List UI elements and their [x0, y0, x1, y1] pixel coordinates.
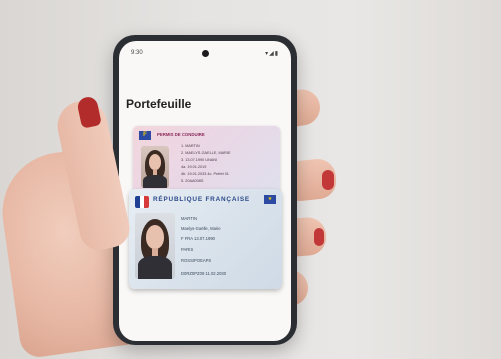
license-field: 1. MARTIN [181, 144, 200, 148]
license-field: 2. MAELYS-GAELLE, MARIE [181, 151, 231, 155]
license-portrait [141, 146, 169, 188]
fingernail [322, 170, 334, 190]
id-portrait [135, 213, 175, 279]
id-field: F FRA 13.07.1990 [181, 236, 215, 241]
license-field: 4a. 19.01.2019 [181, 165, 207, 169]
license-field: 3. 13.07.1990 UNANI [181, 158, 218, 162]
id-field: PARIS [181, 247, 194, 252]
status-time: 9:30 [131, 50, 143, 56]
eu-flag-icon: ★ [264, 195, 276, 204]
phone-screen: 9:30 ▾◢▮ Portefeuille F PERMIS DE CONDUI… [119, 41, 291, 341]
id-card-title: RÉPUBLIQUE FRANÇAISE [153, 196, 250, 203]
license-title: PERMIS DE CONDUIRE [157, 132, 205, 137]
status-icons: ▾◢▮ [265, 51, 279, 57]
photo-scene: 9:30 ▾◢▮ Portefeuille F PERMIS DE CONDUI… [0, 0, 501, 359]
driving-license-card[interactable]: F PERMIS DE CONDUIRE 1. MARTIN 2. MAELYS… [133, 126, 280, 198]
wallet-title: Portefeuille [126, 97, 192, 111]
marianne-logo [135, 196, 149, 208]
license-field: 4b. 19.01.2033 4c. Préfet 01 [181, 172, 229, 176]
id-field: ROSSIPOEAP8 [181, 258, 211, 263]
front-camera [202, 50, 209, 57]
fingernail [314, 228, 324, 246]
id-field: Maelys-Gaëlle, Marie [181, 226, 221, 231]
license-country-badge: F [139, 131, 151, 140]
license-field: 5. 20AA008S [181, 179, 204, 183]
id-field: D0RZ0PZ09 11.02.2030 [181, 271, 227, 276]
national-id-card[interactable]: RÉPUBLIQUE FRANÇAISE ★ MARTIN Maelys-Gaë… [129, 189, 282, 289]
id-field: MARTIN [181, 216, 197, 221]
